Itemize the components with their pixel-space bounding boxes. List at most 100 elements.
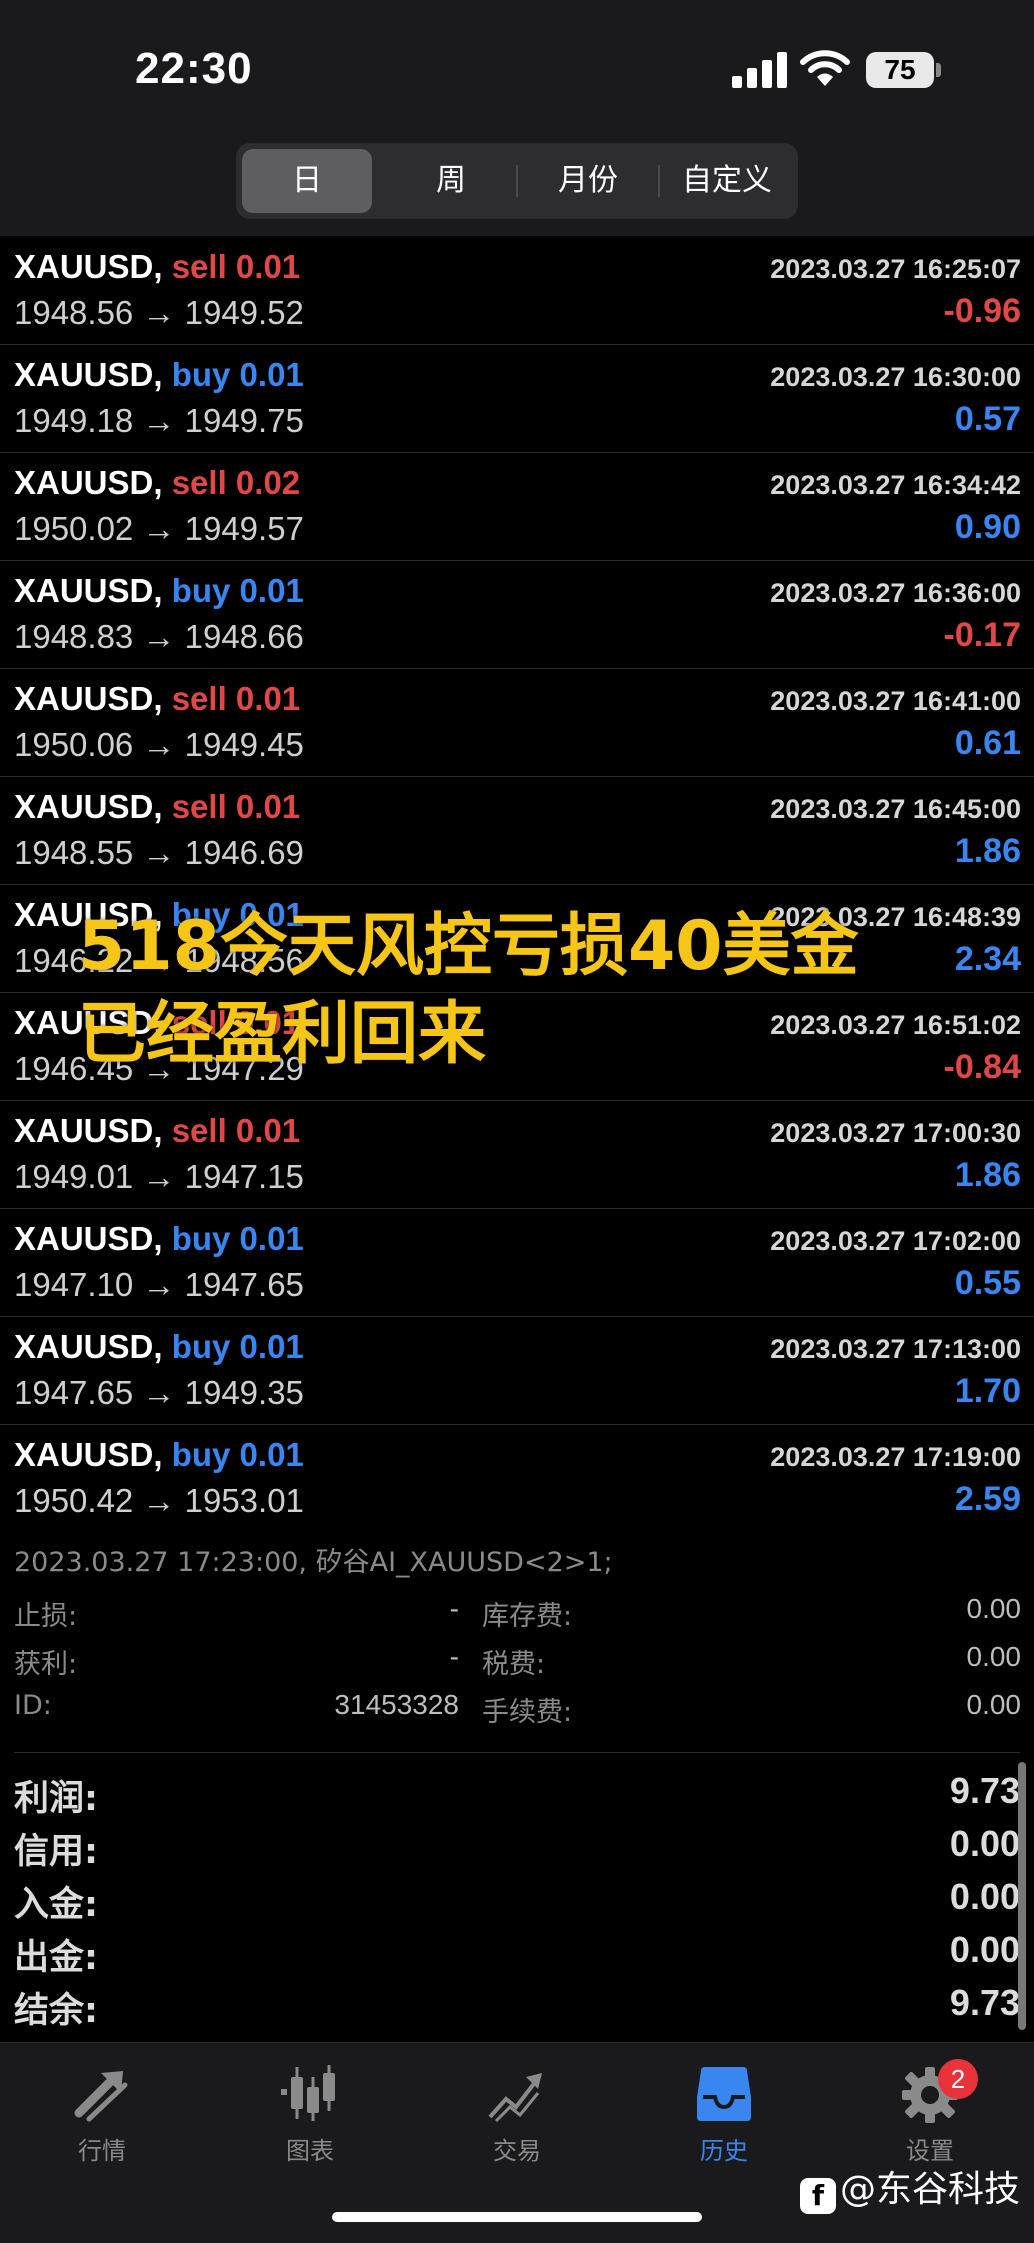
tax-label: 税费:	[482, 1649, 546, 1680]
trade-side: sell	[171, 680, 227, 717]
trade-symbol: XAUUSD,	[14, 356, 163, 393]
trade-row[interactable]: XAUUSD, sell 0.01 2023.03.27 16:25:07 19…	[0, 236, 1034, 345]
trade-symbol: XAUUSD,	[14, 1328, 163, 1365]
commission-label: 手续费:	[482, 1697, 573, 1728]
tab-day[interactable]: 日	[242, 149, 372, 213]
trade-row[interactable]: XAUUSD, buy 0.01 2023.03.27 17:02:00 194…	[0, 1208, 1034, 1317]
trade-volume: 0.02	[235, 464, 301, 501]
trade-side: buy	[171, 1436, 231, 1473]
trade-time: 2023.03.27 16:25:07	[770, 254, 1021, 284]
trade-side: sell	[171, 248, 227, 285]
trade-time: 2023.03.27 17:19:00	[770, 1442, 1021, 1472]
trade-row[interactable]: XAUUSD, sell 0.01 2023.03.27 16:41:00 19…	[0, 668, 1034, 777]
trade-side: sell	[171, 788, 227, 825]
trade-time: 2023.03.27 17:00:30	[770, 1118, 1021, 1148]
trade-volume: 0.01	[239, 572, 304, 609]
trade-symbol: XAUUSD,	[14, 572, 163, 609]
id-label: ID:	[14, 1690, 52, 1721]
trade-side: buy	[171, 572, 231, 609]
overlay-caption-line2: 已经盈利回来	[78, 995, 487, 1074]
wifi-icon	[800, 50, 850, 86]
tab-month[interactable]: 月份	[518, 149, 658, 213]
status-bar: 22:30 75	[0, 0, 1034, 140]
trade-time: 2023.03.27 16:36:00	[770, 578, 1021, 608]
trade-profit: -0.96	[943, 292, 1022, 330]
watermark: f @东谷科技	[800, 2160, 1020, 2214]
cellular-signal-icon	[732, 52, 788, 88]
home-indicator[interactable]	[332, 2212, 702, 2222]
trade-time: 2023.03.27 17:02:00	[770, 1226, 1021, 1256]
trade-row[interactable]: XAUUSD, sell 0.01 2023.03.27 17:00:30 19…	[0, 1100, 1034, 1209]
tab-week[interactable]: 周	[386, 149, 516, 213]
trade-symbol: XAUUSD,	[14, 680, 163, 717]
trade-prices: 1947.65 → 1949.35	[14, 1374, 304, 1411]
tab-trade-label: 交易	[493, 2137, 541, 2165]
trade-volume: 0.01	[239, 1220, 304, 1257]
trade-prices: 1949.01 → 1947.15	[14, 1158, 304, 1195]
trade-symbol: XAUUSD,	[14, 1220, 163, 1257]
history-inbox-icon	[697, 2067, 751, 2121]
tab-charts[interactable]: 图表	[240, 2063, 380, 2166]
trade-time: 2023.03.27 16:30:00	[770, 362, 1021, 392]
tab-settings[interactable]: 2 设置	[860, 2059, 1000, 2166]
trade-volume: 0.01	[235, 680, 301, 717]
trade-prices: 1947.10 → 1947.65	[14, 1266, 304, 1303]
trade-profit: -0.17	[943, 616, 1022, 654]
trade-row[interactable]: XAUUSD, buy 0.01 2023.03.27 16:30:00 194…	[0, 344, 1034, 453]
trade-comment: 2023.03.27 17:23:00, 矽谷AI_XAUUSD<2>1;	[14, 1547, 613, 1578]
tab-custom[interactable]: 自定义	[660, 149, 794, 213]
trade-side: buy	[171, 356, 231, 393]
trade-time: 2023.03.27 16:34:42	[770, 470, 1021, 500]
trade-row[interactable]: XAUUSD, buy 0.01 2023.03.27 16:36:00 194…	[0, 560, 1034, 669]
trade-side: buy	[171, 1328, 231, 1365]
tab-quotes-label: 行情	[78, 2137, 126, 2165]
trade-row[interactable]: XAUUSD, sell 0.01 2023.03.27 16:45:00 19…	[0, 776, 1034, 885]
scrollbar[interactable]	[1018, 1762, 1026, 2030]
trade-row-selected[interactable]: XAUUSD, buy 0.01 2023.03.27 17:19:00 195…	[0, 1424, 1034, 1532]
trade-volume: 0.01	[235, 1112, 301, 1149]
balance-value: 9.73	[949, 1982, 1020, 2023]
stop-loss-value: -	[449, 1593, 459, 1624]
trade-row[interactable]: XAUUSD, sell 0.02 2023.03.27 16:34:42 19…	[0, 452, 1034, 561]
battery-icon: 75	[866, 52, 934, 88]
trade-volume: 0.01	[235, 788, 301, 825]
swap-value: 0.00	[966, 1593, 1022, 1624]
trade-time: 2023.03.27 16:45:00	[770, 794, 1021, 824]
trade-profit: 0.57	[954, 400, 1021, 438]
status-time: 22:30	[135, 44, 253, 93]
trade-prices: 1948.55 → 1946.69	[14, 834, 304, 871]
trade-side: buy	[171, 1220, 231, 1257]
trade-prices: 1949.18 → 1949.75	[14, 402, 304, 439]
overlay-caption-line1: 518今天风控亏损40美金	[78, 907, 859, 986]
profit-value: 9.73	[949, 1770, 1020, 1811]
tab-trade[interactable]: 交易	[447, 2063, 587, 2166]
swap-label: 库存费:	[482, 1601, 573, 1632]
period-segmented-control: 日 周 月份 自定义	[236, 143, 798, 219]
trade-profit: 0.90	[954, 508, 1021, 546]
trade-row[interactable]: XAUUSD, buy 0.01 2023.03.27 17:13:00 194…	[0, 1316, 1034, 1425]
trade-profit: 1.70	[954, 1372, 1021, 1410]
deposit-label: 入金:	[14, 1885, 98, 1925]
balance-label: 结余:	[14, 1991, 98, 2031]
commission-value: 0.00	[966, 1689, 1022, 1720]
tab-charts-label: 图表	[286, 2137, 334, 2165]
take-profit-label: 获利:	[14, 1649, 78, 1680]
trade-profit: 2.34	[954, 940, 1021, 978]
stop-loss-label: 止损:	[14, 1601, 78, 1632]
trade-symbol: XAUUSD,	[14, 1436, 163, 1473]
trade-profit: -0.84	[943, 1048, 1022, 1086]
tax-value: 0.00	[966, 1641, 1022, 1672]
trade-profit: 1.86	[954, 1156, 1021, 1194]
trade-symbol: XAUUSD,	[14, 464, 163, 501]
trade-time: 2023.03.27 16:41:00	[770, 686, 1021, 716]
credit-value: 0.00	[949, 1823, 1020, 1864]
trade-symbol: XAUUSD,	[14, 248, 163, 285]
profit-label: 利润:	[14, 1779, 98, 1819]
candlestick-chart-icon	[281, 2065, 335, 2121]
deposit-value: 0.00	[949, 1876, 1020, 1917]
trade-prices: 1950.02 → 1949.57	[14, 510, 304, 547]
trade-side: sell	[171, 1112, 227, 1149]
summary-divider	[14, 1752, 1020, 1753]
tab-quotes[interactable]: 行情	[32, 2063, 172, 2166]
tab-history[interactable]: 历史	[654, 2063, 794, 2166]
